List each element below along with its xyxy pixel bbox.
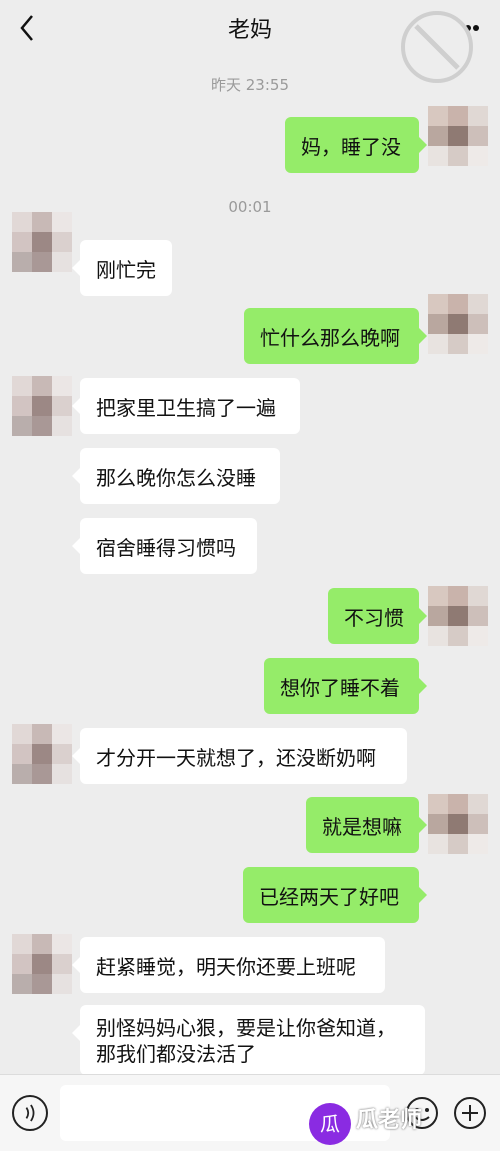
message-bubble-received[interactable]: 宿舍睡得习惯吗: [72, 518, 257, 574]
message-bubble-received[interactable]: 刚忙完: [72, 240, 172, 296]
watermark-text: 瓜老师: [356, 1108, 423, 1133]
message-bubble-received[interactable]: 那么晚你怎么没睡: [72, 448, 280, 504]
message-bubble-received[interactable]: 别怪妈妈心狠，要是让你爸知道，那我们都没法活了: [72, 1005, 425, 1075]
avatar-self[interactable]: [428, 294, 488, 354]
avatar-mom[interactable]: [12, 212, 72, 272]
voice-icon[interactable]: [12, 1095, 48, 1131]
avatar-mom[interactable]: [12, 934, 72, 994]
message-bubble-sent[interactable]: 妈，睡了没: [285, 117, 427, 173]
message-bubble-received[interactable]: 才分开一天就想了，还没断奶啊: [72, 728, 407, 784]
message-bubble-sent[interactable]: 不习惯: [328, 588, 427, 644]
avatar-self[interactable]: [428, 794, 488, 854]
timestamp: 00:01: [228, 198, 272, 216]
avatar-mom[interactable]: [12, 724, 72, 784]
message-bubble-sent[interactable]: 忙什么那么晚啊: [244, 308, 427, 364]
svg-text:瓜: 瓜: [320, 1112, 340, 1136]
message-bubble-sent[interactable]: 就是想嘛: [306, 797, 427, 853]
timestamp: 昨天 23:55: [211, 76, 289, 94]
message-bubble-sent[interactable]: 想你了睡不着: [264, 658, 427, 714]
message-bubble-received[interactable]: 把家里卫生搞了一遍: [72, 378, 300, 434]
avatar-self[interactable]: [428, 586, 488, 646]
message-bubble-sent[interactable]: 已经两天了好吧: [243, 867, 427, 923]
avatar-mom[interactable]: [12, 376, 72, 436]
avatar-self[interactable]: [428, 106, 488, 166]
message-bubble-received[interactable]: 赶紧睡觉，明天你还要上班呢: [72, 937, 385, 993]
